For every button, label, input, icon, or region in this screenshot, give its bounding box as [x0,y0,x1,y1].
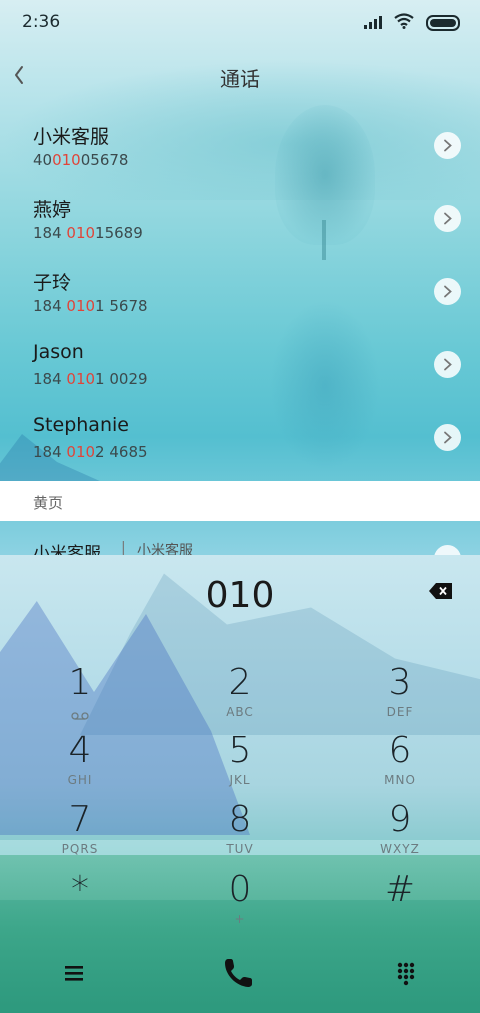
dial-key-2[interactable]: 2 ABC [180,661,300,725]
dial-letters: GHI [67,773,93,787]
number-match: 010 [66,297,96,315]
number-suffix: 15689 [95,224,143,242]
contact-detail-button[interactable] [434,205,461,232]
contact-detail-button[interactable] [434,545,461,555]
dial-digit: 9 [388,799,412,840]
number-suffix: 1 0029 [95,370,148,388]
number-prefix: 40 [33,151,53,169]
dial-key-7[interactable]: 7 PQRS [20,798,140,862]
dial-letters: WXYZ [380,842,420,856]
section-header-yellow-pages: 黄页 [0,481,480,521]
contact-number: 4001005678 [33,151,128,169]
contact-name: Stephanie [33,414,129,436]
contact-row[interactable]: Jason 184 0101 0029 [0,327,480,400]
dial-key-6[interactable]: 6 MNO [340,729,460,793]
dial-key-5[interactable]: 5 JKL [180,729,300,793]
dialpad-icon[interactable] [376,953,436,993]
status-time: 2:36 [22,12,61,32]
dial-letters: DEF [386,705,414,719]
dial-key-4[interactable]: 4 GHI [20,729,140,793]
dial-digit: 2 [228,662,252,703]
contact-detail-button[interactable] [434,424,461,451]
number-prefix: 184 [33,224,67,242]
battery-icon [426,15,460,31]
number-match: 010 [52,151,81,169]
dial-digit: 8 [228,799,252,840]
dial-key-hash[interactable]: # [340,868,460,932]
contact-number: 184 0101 5678 [33,297,148,315]
dial-key-9[interactable]: 9 WXYZ [340,798,460,862]
voicemail-icon [71,712,89,720]
number-prefix: 184 [33,443,67,461]
number-match: 010 [66,370,96,388]
chevron-right-icon [444,139,452,152]
contact-detail-button[interactable] [434,278,461,305]
signal-icon [364,16,382,29]
contact-row[interactable]: Stephanie 184 0102 4685 [0,400,480,473]
dial-key-1[interactable]: 1 [20,661,140,725]
number-suffix: 05678 [80,151,129,169]
contact-row[interactable]: 小米客服 4001005678 [0,108,480,181]
dial-letters: JKL [229,773,251,787]
chevron-right-icon [444,285,452,298]
dial-digit: * [71,869,89,910]
number-match: 010 [66,224,96,242]
contact-name: Jason [33,341,84,363]
contact-row[interactable]: 燕婷 184 01015689 [0,181,480,254]
contact-detail-button[interactable] [434,132,461,159]
dial-digit: 4 [68,730,92,771]
dial-digit: 7 [68,799,92,840]
dial-letters: MNO [384,773,416,787]
contact-row[interactable]: 子玲 184 0101 5678 [0,254,480,327]
menu-icon[interactable] [44,953,104,993]
number-suffix: 1 5678 [95,297,148,315]
yellow-pages-row[interactable]: 小米客服 | 小米客服 [0,521,480,555]
contact-list: 小米客服 4001005678 燕婷 184 01015689 子玲 184 0… [0,108,480,473]
number-prefix: 184 [33,297,67,315]
title-bar: 通话 [0,50,480,100]
chevron-right-icon [444,212,452,225]
page-title: 通话 [220,67,260,91]
yellow-pages-subtitle: 小米客服 [137,543,193,555]
number-suffix: 2 4685 [95,443,148,461]
dial-letters: TUV [226,842,254,856]
contact-name: 燕婷 [33,199,72,221]
dial-digit: 6 [388,730,412,771]
dialpad-panel: 010 1 2 ABC 3 DEF 4 GHI 5 JKL 6 MNO 7 PQ… [0,555,480,1013]
dial-digit: 0 [228,869,252,910]
backspace-icon[interactable] [429,583,452,599]
number-match: 010 [66,443,96,461]
dial-letters: ABC [226,705,254,719]
status-bar: 2:36 [0,0,480,42]
phone-icon[interactable] [210,953,270,993]
dial-key-8[interactable]: 8 TUV [180,798,300,862]
wifi-icon [394,13,414,29]
contact-name: 小米客服 [33,126,110,148]
contact-detail-button[interactable] [434,351,461,378]
dial-digit: 3 [388,662,412,703]
contact-number: 184 0102 4685 [33,443,148,461]
yellow-pages-separator: | [121,540,126,555]
dial-letters: + [234,912,246,926]
dial-key-star[interactable]: * [20,868,140,932]
contact-number: 184 0101 0029 [33,370,148,388]
dial-digit: 5 [228,730,252,771]
dial-input-display: 010 [205,575,275,616]
dial-key-0[interactable]: 0 + [180,868,300,932]
yellow-pages-name: 小米客服 [33,544,101,555]
dial-digit: 1 [68,662,92,703]
dial-key-3[interactable]: 3 DEF [340,661,460,725]
contact-number: 184 01015689 [33,224,143,242]
chevron-right-icon [444,358,452,371]
chevron-right-icon [444,431,452,444]
dial-letters: PQRS [61,842,99,856]
contact-name: 子玲 [33,272,72,294]
number-prefix: 184 [33,370,67,388]
dial-digit: # [384,869,416,910]
section-label: 黄页 [33,494,64,512]
